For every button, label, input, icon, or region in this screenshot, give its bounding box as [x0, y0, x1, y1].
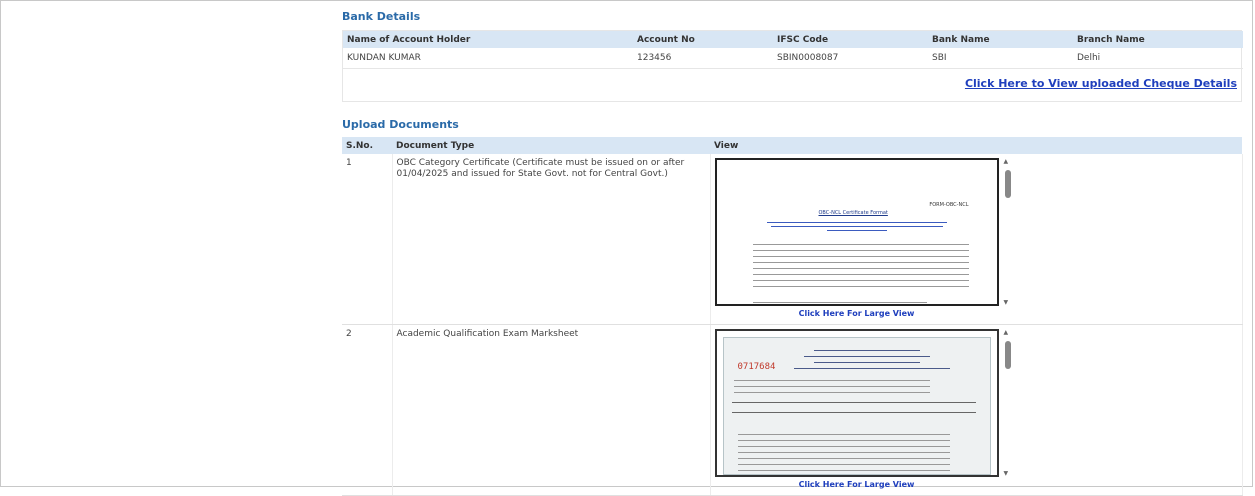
text-line — [733, 392, 930, 393]
table-row: 1 OBC Category Certificate (Certificate … — [342, 154, 1243, 325]
text-line — [752, 286, 969, 287]
text-line — [737, 458, 950, 459]
upload-documents-section: S.No. Document Type View 1 OBC Category … — [342, 137, 1243, 496]
bank-details-table: Name of Account Holder Account No IFSC C… — [343, 31, 1243, 69]
table-border — [731, 402, 976, 403]
obc-certificate-page: FORM-OBC-NCL OBC-NCL Certificate Format — [727, 168, 987, 304]
sno-cell: 1 — [342, 154, 393, 325]
scroll-up-icon[interactable]: ▲ — [1004, 158, 1009, 165]
certificate-heading: OBC-NCL Certificate Format — [818, 210, 888, 216]
text-line — [737, 464, 950, 465]
scroll-down-icon[interactable]: ▼ — [1004, 299, 1009, 306]
header-line — [813, 362, 920, 363]
large-view-link[interactable]: Click Here For Large View — [715, 309, 999, 318]
marksheet-number: 0717684 — [737, 362, 776, 372]
bank-details-title: Bank Details — [342, 10, 421, 23]
text-line — [752, 268, 969, 269]
header-bank-name: Bank Name — [928, 31, 1073, 48]
form-id-text: FORM-OBC-NCL — [929, 202, 969, 208]
decorative-line — [826, 230, 887, 231]
text-line — [752, 274, 969, 275]
upload-documents-table: S.No. Document Type View 1 OBC Category … — [342, 137, 1243, 496]
header-line — [793, 368, 950, 369]
bank-details-table-box: Name of Account Holder Account No IFSC C… — [342, 30, 1243, 102]
bank-name-value: SBI — [928, 48, 1073, 69]
document-viewer: FORM-OBC-NCL OBC-NCL Certificate Format — [714, 158, 1015, 318]
header-document-type: Document Type — [392, 137, 710, 154]
sno-cell: 2 — [342, 324, 393, 496]
account-holder-value: KUNDAN KUMAR — [343, 48, 633, 69]
view-cell: 0717684 ▲ ▼ Click Here For Large View — [710, 324, 1243, 496]
scroll-up-icon[interactable]: ▲ — [1004, 329, 1009, 336]
text-line — [752, 280, 969, 281]
text-line — [737, 434, 950, 435]
text-line — [752, 250, 969, 251]
header-branch-name: Branch Name — [1073, 31, 1243, 48]
ifsc-code-value: SBIN0008087 — [773, 48, 928, 69]
header-account-no: Account No — [633, 31, 773, 48]
scroll-down-icon[interactable]: ▼ — [1004, 470, 1009, 477]
text-line — [752, 244, 969, 245]
decorative-line — [770, 226, 943, 227]
text-line — [737, 440, 950, 441]
scroll-thumb[interactable] — [1004, 341, 1011, 369]
branch-name-value: Delhi — [1073, 48, 1243, 69]
document-type-cell: OBC Category Certificate (Certificate mu… — [392, 154, 711, 325]
header-ifsc-code: IFSC Code — [773, 31, 928, 48]
preview-scrollbar[interactable]: ▲ ▼ — [1004, 329, 1012, 477]
scroll-thumb[interactable] — [1004, 170, 1011, 198]
text-line — [737, 452, 950, 453]
text-line — [752, 256, 969, 257]
table-row: KUNDAN KUMAR 123456 SBIN0008087 SBI Delh… — [343, 48, 1243, 69]
text-line — [752, 262, 969, 263]
marksheet-page: 0717684 — [722, 337, 991, 475]
header-line — [803, 356, 930, 357]
marksheet-preview[interactable]: 0717684 — [714, 329, 999, 477]
text-line — [737, 470, 950, 471]
header-view: View — [710, 137, 1242, 154]
preview-scrollbar[interactable]: ▲ ▼ — [1004, 158, 1012, 306]
header-account-holder: Name of Account Holder — [343, 31, 633, 48]
view-cell: FORM-OBC-NCL OBC-NCL Certificate Format — [710, 154, 1243, 325]
document-viewer: 0717684 ▲ ▼ Click Here For Large View — [714, 329, 1015, 489]
table-row: 2 Academic Qualification Exam Marksheet … — [342, 324, 1243, 496]
document-type-cell: Academic Qualification Exam Marksheet — [392, 324, 711, 496]
text-line — [752, 302, 927, 303]
text-line — [733, 380, 930, 381]
table-border — [731, 412, 976, 413]
text-line — [733, 386, 930, 387]
account-no-value: 123456 — [633, 48, 773, 69]
obc-certificate-preview[interactable]: FORM-OBC-NCL OBC-NCL Certificate Format — [714, 158, 999, 306]
header-line — [813, 350, 920, 351]
text-line — [737, 446, 950, 447]
decorative-line — [766, 222, 947, 223]
upload-documents-title: Upload Documents — [342, 118, 459, 131]
header-sno: S.No. — [342, 137, 392, 154]
view-cheque-link[interactable]: Click Here to View uploaded Cheque Detai… — [965, 77, 1237, 90]
